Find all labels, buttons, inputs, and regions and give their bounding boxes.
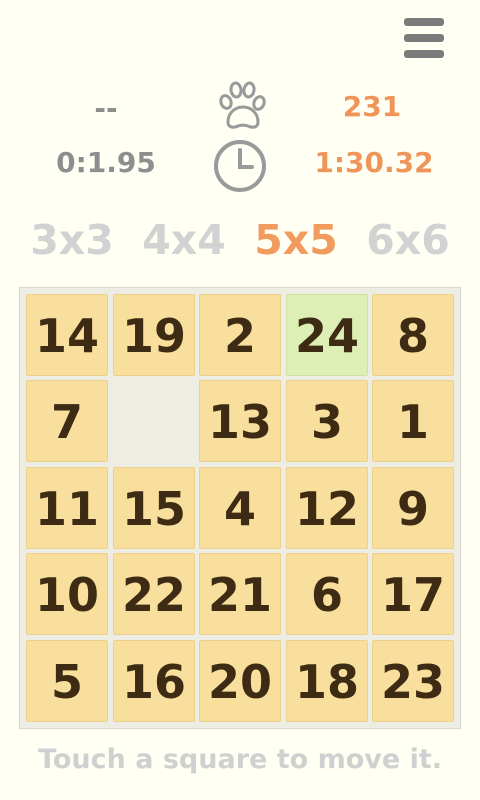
puzzle-tile[interactable]: 2 — [199, 294, 281, 376]
puzzle-tile[interactable]: 16 — [113, 640, 195, 722]
best-time: 0:1.95 — [56, 146, 156, 179]
puzzle-tile[interactable]: 8 — [372, 294, 454, 376]
puzzle-tile[interactable]: 17 — [372, 553, 454, 635]
current-moves: 231 — [342, 90, 402, 123]
size-tab-4x4[interactable]: 4x4 — [129, 212, 239, 268]
puzzle-tile[interactable]: 21 — [199, 553, 281, 635]
puzzle-tile[interactable]: 20 — [199, 640, 281, 722]
clock-icon — [214, 140, 266, 192]
puzzle-tile[interactable]: 5 — [26, 640, 108, 722]
paw-print-icon — [219, 81, 266, 129]
puzzle-tile[interactable]: 19 — [113, 294, 195, 376]
puzzle-tile[interactable]: 13 — [199, 380, 281, 462]
puzzle-tile[interactable]: 18 — [286, 640, 368, 722]
puzzle-tile[interactable]: 7 — [26, 380, 108, 462]
puzzle-tile[interactable]: 6 — [286, 553, 368, 635]
puzzle-tile[interactable]: 12 — [286, 467, 368, 549]
menu-icon-bar — [404, 34, 444, 42]
puzzle-tile[interactable]: 14 — [26, 294, 108, 376]
puzzle-tile[interactable]: 15 — [113, 467, 195, 549]
menu-button[interactable] — [404, 18, 444, 58]
puzzle-tile[interactable]: 22 — [113, 553, 195, 635]
menu-icon-bar — [404, 18, 444, 26]
puzzle-tile[interactable]: 4 — [199, 467, 281, 549]
size-tab-5x5[interactable]: 5x5 — [241, 212, 351, 268]
instruction-hint: Touch a square to move it. — [38, 744, 442, 775]
size-tab-6x6[interactable]: 6x6 — [353, 212, 463, 268]
puzzle-tile[interactable]: 1 — [372, 380, 454, 462]
menu-icon-bar — [404, 50, 444, 58]
grid-size-selector: 3x3 4x4 5x5 6x6 — [0, 212, 480, 268]
puzzle-board: 14 19 2 24 8 7 13 3 1 11 15 4 12 9 10 22… — [19, 287, 461, 729]
puzzle-tile[interactable]: 3 — [286, 380, 368, 462]
puzzle-tile-highlighted[interactable]: 24 — [286, 294, 368, 376]
puzzle-tile[interactable]: 9 — [372, 467, 454, 549]
puzzle-tile[interactable]: 10 — [26, 553, 108, 635]
puzzle-tile[interactable]: 23 — [372, 640, 454, 722]
best-moves: -- — [94, 92, 118, 125]
puzzle-tile[interactable]: 11 — [26, 467, 108, 549]
size-tab-3x3[interactable]: 3x3 — [17, 212, 127, 268]
current-time: 1:30.32 — [314, 146, 434, 179]
